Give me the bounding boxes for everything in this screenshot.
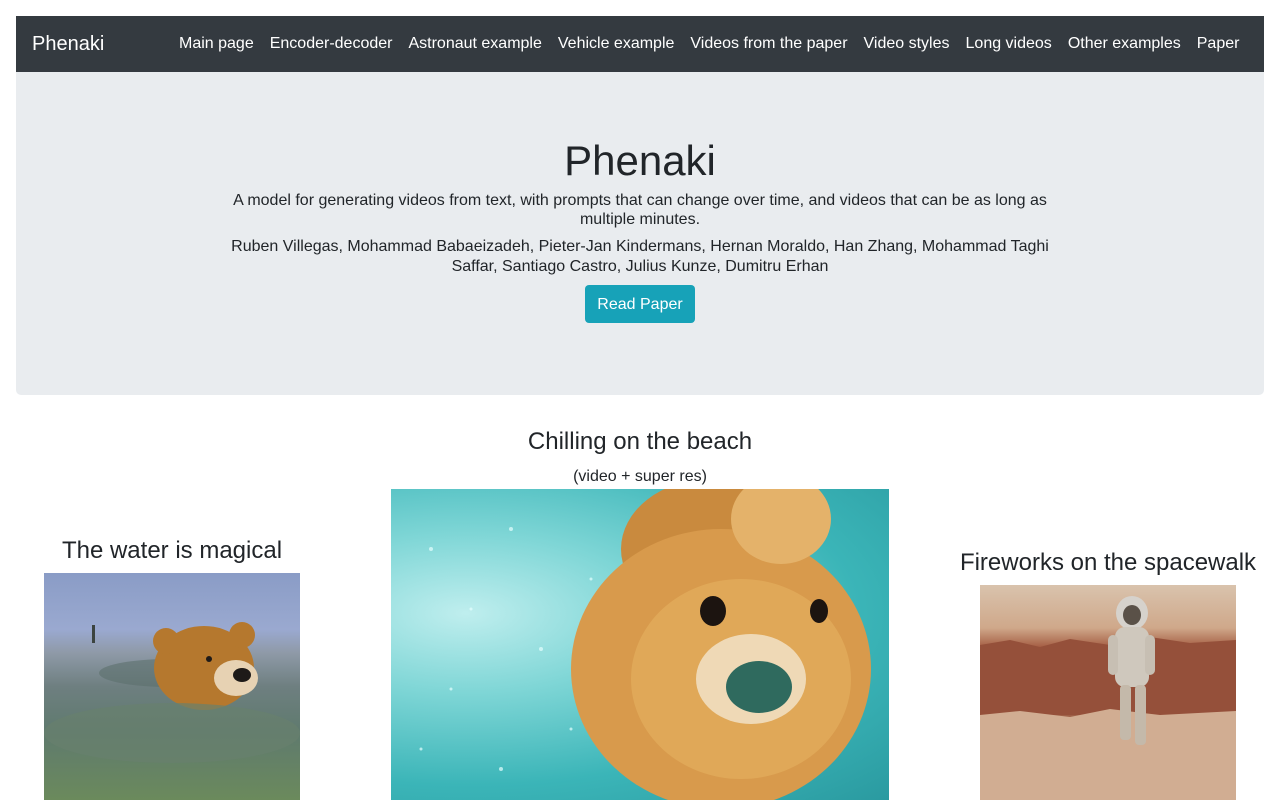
video-subtitle-beach: (video + super res) [573,468,707,485]
video-title-beach: Chilling on the beach [527,428,753,455]
hero-section: Phenaki A model for generating videos fr… [16,72,1264,395]
brand-link[interactable]: Phenaki [32,31,104,57]
nav-item-videos-from-paper[interactable]: Videos from the paper [682,16,855,72]
astronaut-on-mars-illustration [980,596,1236,800]
bear-in-water-illustration [44,622,300,763]
bear-underwater-illustration [419,489,871,800]
nav-item-long-videos[interactable]: Long videos [958,16,1060,72]
nav-item-encoder-decoder[interactable]: Encoder-decoder [262,16,401,72]
nav-item-paper[interactable]: Paper [1189,16,1248,72]
nav-item-other-examples[interactable]: Other examples [1060,16,1189,72]
nav-item-main-page[interactable]: Main page [171,16,262,72]
read-paper-button[interactable]: Read Paper [585,285,695,323]
video-water-bear[interactable] [44,573,300,800]
nav-item-video-styles[interactable]: Video styles [856,16,958,72]
video-beach-bear[interactable] [391,489,889,800]
video-title-water: The water is magical [61,537,283,564]
author-list: Ruben Villegas, Mohammad Babaeizadeh, Pi… [231,238,1049,275]
page-title: Phenaki [564,137,716,184]
video-title-spacewalk: Fireworks on the spacewalk [959,549,1257,576]
navbar: Phenaki Main page Encoder-decoder Astron… [16,16,1264,72]
nav-item-astronaut-example[interactable]: Astronaut example [400,16,549,72]
nav-item-vehicle-example[interactable]: Vehicle example [550,16,683,72]
video-spacewalk-astronaut[interactable] [980,585,1236,800]
nav-menu: Main page Encoder-decoder Astronaut exam… [171,16,1247,72]
hero-description: A model for generating videos from text,… [233,192,1047,228]
